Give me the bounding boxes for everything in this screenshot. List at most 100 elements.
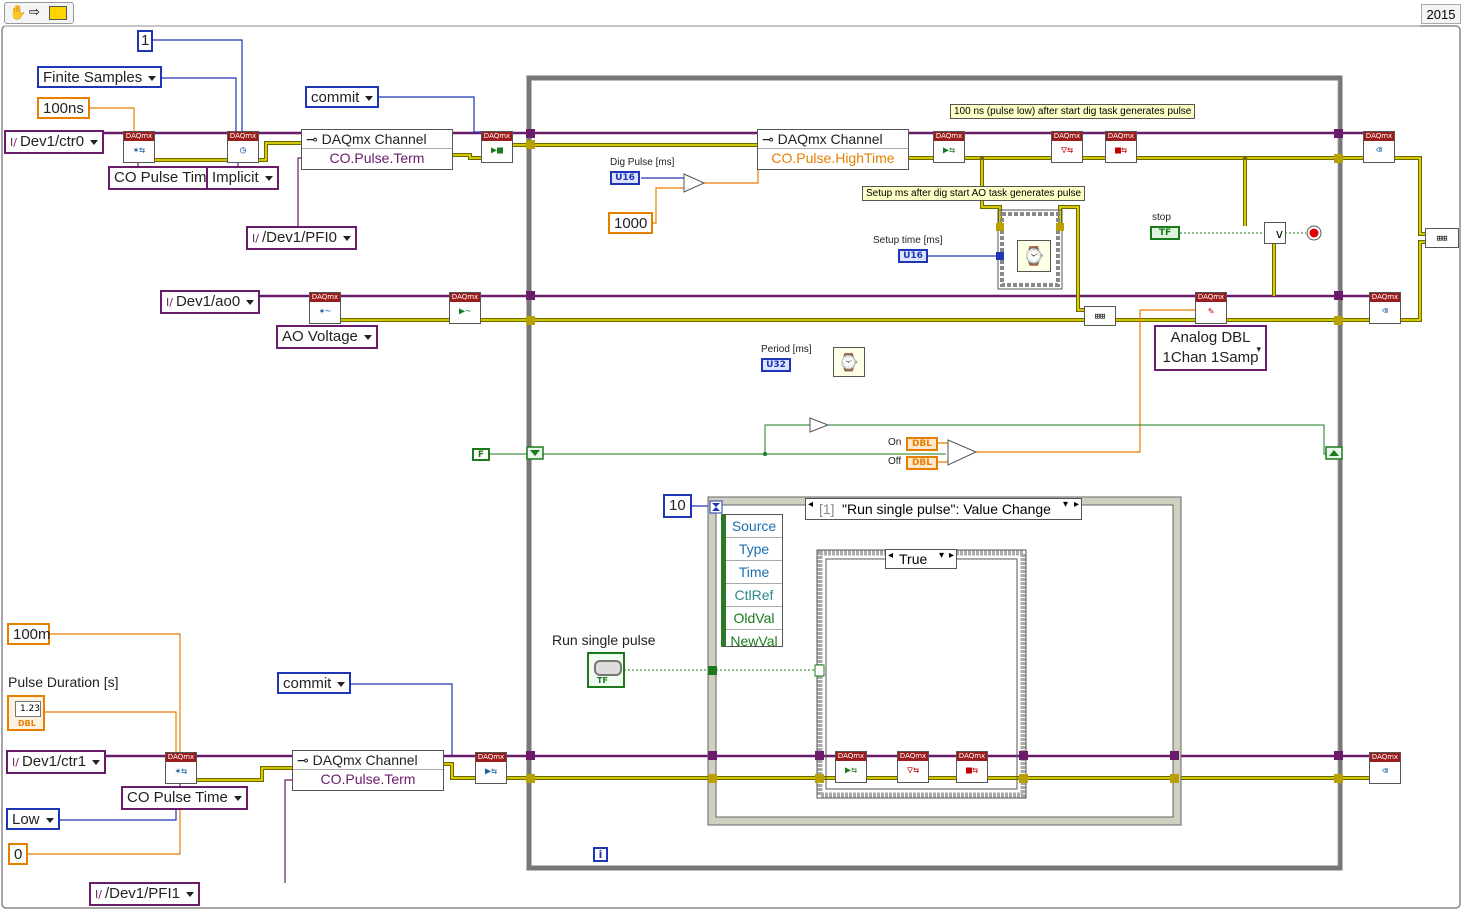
inner-case-selector[interactable]: ◂ True ▾ ▸ [885, 549, 957, 569]
property-node-ctr0[interactable]: ⊸ DAQmx Channel CO.Pulse.Term [301, 129, 453, 170]
daqmx-start-ctr0-loop[interactable]: DAQmx ▶⇆ [933, 131, 965, 163]
chevron-down-icon: ▾ [1256, 345, 1261, 355]
event-timeout-constant[interactable]: 10 [663, 494, 692, 518]
numeric-control-type: DBL [18, 719, 36, 728]
property-node-ctr1[interactable]: ⊸ DAQmx Channel CO.Pulse.Term [292, 750, 444, 791]
pfi1-terminal-constant[interactable]: I//Dev1/PFI1 [89, 882, 200, 906]
property-node-hightime[interactable]: ⊸ DAQmx Channel CO.Pulse.HighTime [757, 129, 909, 170]
daqmx-header: DAQmx [957, 752, 987, 761]
merge-errors-node-loop[interactable]: ⊞⊞ [1084, 306, 1116, 326]
idle-state-ring[interactable]: Low [6, 808, 60, 830]
pfi0-terminal-label: /Dev1/PFI0 [261, 229, 337, 246]
event-data-node: Source Type Time CtlRef OldVal NewVal [721, 514, 783, 649]
sample-mode-ring[interactable]: Finite Samples [37, 66, 163, 88]
on-label: On [888, 437, 902, 448]
note-pulse-low: 100 ns (pulse low) after start dig task … [950, 104, 1196, 119]
pulse-duration-control[interactable]: 1.23 DBL [7, 695, 45, 731]
delay-constant-ctr1[interactable]: 100m [7, 623, 51, 645]
daqmx-clear-ctr1[interactable]: DAQmx ⌫ [1369, 752, 1401, 784]
commit-ring-ctr1[interactable]: commit [277, 672, 352, 694]
ctr0-channel-constant[interactable]: I/Dev1/ctr0 [4, 130, 105, 154]
idle-state-label: Low [12, 811, 40, 828]
property-node-title: DAQmx Channel [312, 752, 418, 768]
property-node-title: DAQmx Channel [321, 131, 427, 147]
ctr1-channel-constant[interactable]: I/Dev1/ctr1 [6, 750, 107, 774]
write-icon: ✎ [1207, 306, 1215, 317]
constant-1000[interactable]: 1000 [608, 212, 654, 234]
chevron-left-icon: ◂ [888, 550, 894, 561]
commit-ring-ctr0[interactable]: commit [305, 86, 380, 108]
ao-voltage-ring[interactable]: AO Voltage [276, 325, 378, 349]
daqmx-start-ao0[interactable]: DAQmx ▶~ [449, 292, 481, 324]
stop-task-icon: ■⇆ [965, 765, 979, 776]
dig-pulse-terminal[interactable]: U16 [610, 171, 640, 185]
daqmx-create-channel-ctr1[interactable]: DAQmx ✶⇆ [165, 752, 197, 784]
off-label: Off [888, 456, 902, 467]
chevron-right-icon: ▸ [1073, 499, 1079, 510]
create-channel-icon: ✶~ [318, 306, 332, 317]
analog-dbl-ring[interactable]: Analog DBL 1Chan 1Samp ▾ [1154, 325, 1267, 371]
daqmx-control-task-ctr1[interactable]: DAQmx ▶⇆ [475, 752, 507, 784]
daqmx-stop-ctr0-loop[interactable]: DAQmx ■⇆ [1105, 131, 1137, 163]
daqmx-start-ctr1[interactable]: DAQmx ▶⇆ [835, 751, 867, 783]
stop-terminal[interactable]: TF [1150, 226, 1180, 240]
analog-dbl-line2: 1Chan 1Samp [1162, 349, 1259, 366]
co-pulse-time-ring-ctr1[interactable]: CO Pulse Time [121, 786, 248, 810]
off-terminal[interactable]: DBL [906, 456, 938, 470]
hand-tool-icon[interactable]: ✋ [9, 5, 26, 21]
start-task-icon: ▶⇆ [942, 145, 956, 156]
daqmx-create-channel-ctr0[interactable]: DAQmx ✶⇆ [123, 131, 155, 163]
wait-ms-node[interactable]: ⌚ [1017, 240, 1051, 272]
event-data-ctlref[interactable]: CtlRef [726, 584, 782, 607]
samples-constant[interactable]: 1 [137, 30, 153, 52]
ao0-channel-label: Dev1/ao0 [175, 293, 241, 310]
daqmx-header: DAQmx [1364, 132, 1394, 141]
pfi0-terminal-constant[interactable]: I//Dev1/PFI0 [246, 226, 357, 250]
daqmx-wait-ctr1[interactable]: DAQmx ▽⇆ [897, 751, 929, 783]
event-case-selector[interactable]: ◂ [1] "Run single pulse": Value Change ▾… [805, 498, 1082, 520]
io-name-icon: I/ [10, 136, 17, 149]
initial-delay-constant[interactable]: 100ns [37, 97, 90, 119]
daqmx-header: DAQmx [476, 753, 506, 762]
zero-constant[interactable]: 0 [8, 843, 29, 865]
inner-case-label: True [899, 551, 928, 567]
arrow-tool-icon[interactable]: ⇨ [29, 5, 40, 20]
event-data-oldval[interactable]: OldVal [726, 607, 782, 630]
implicit-timing-ring[interactable]: Implicit [206, 166, 279, 190]
daqmx-wait-until-done[interactable]: DAQmx ▽⇆ [1051, 131, 1083, 163]
setup-time-terminal[interactable]: U16 [898, 249, 928, 263]
stop-loop-icon [1306, 225, 1322, 241]
io-name-icon: I/ [166, 296, 173, 309]
daqmx-header: DAQmx [450, 293, 480, 302]
period-terminal[interactable]: U32 [761, 358, 791, 372]
or-node[interactable]: v [1264, 222, 1286, 244]
numeric-control-value: 1.23 [15, 701, 41, 717]
daqmx-create-channel-ao0[interactable]: DAQmx ✶~ [309, 292, 341, 324]
setup-time-label: Setup time [ms] [873, 235, 943, 246]
co-pulse-time-label: CO Pulse Time [114, 169, 215, 186]
daqmx-control-task-ctr0[interactable]: DAQmx ▶■ [481, 131, 513, 163]
daqmx-clear-ao0[interactable]: DAQmx ⌫ [1369, 292, 1401, 324]
wait-done-icon: ▽⇆ [906, 765, 920, 776]
daqmx-write-ao0[interactable]: DAQmx ✎ [1195, 292, 1227, 324]
create-channel-icon: ✶⇆ [174, 766, 188, 777]
event-data-type[interactable]: Type [726, 538, 782, 561]
false-constant[interactable]: F [472, 448, 490, 461]
on-terminal[interactable]: DBL [906, 437, 938, 451]
daqmx-clear-ctr0[interactable]: DAQmx ⌫ [1363, 131, 1395, 163]
ao-voltage-label: AO Voltage [282, 328, 358, 345]
labview-icon[interactable] [49, 6, 67, 20]
merge-errors-node[interactable]: ⊞⊞ [1425, 228, 1459, 248]
daqmx-timing-ctr0[interactable]: DAQmx ◷ [227, 131, 259, 163]
ao0-channel-constant[interactable]: I/Dev1/ao0 [160, 290, 261, 314]
daqmx-stop-ctr1[interactable]: DAQmx ■⇆ [956, 751, 988, 783]
event-data-time[interactable]: Time [726, 561, 782, 584]
pulse-duration-label: Pulse Duration [s] [8, 674, 119, 690]
event-data-source[interactable]: Source [726, 515, 782, 538]
run-single-pulse-button[interactable]: TF [587, 652, 625, 688]
co-pulse-time-ctr1-label: CO Pulse Time [127, 789, 228, 806]
toolbar: ✋ ⇨ [4, 2, 74, 24]
wait-period-node[interactable]: ⌚ [833, 347, 865, 377]
start-task-icon: ▶~ [458, 306, 472, 317]
event-data-newval[interactable]: NewVal [726, 630, 782, 652]
